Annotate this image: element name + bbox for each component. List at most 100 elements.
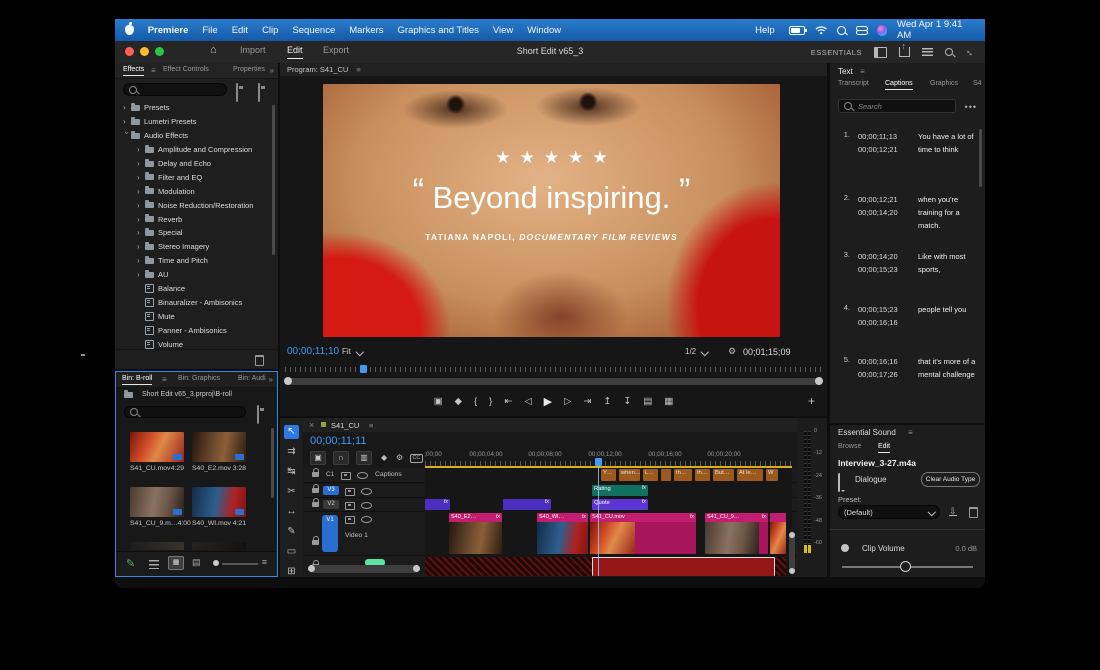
- tree-item[interactable]: Panner - Ambisonics: [121, 323, 271, 337]
- tree-item[interactable]: ›Stereo Imagery: [121, 240, 271, 254]
- chevron-right-icon[interactable]: ›: [123, 117, 131, 126]
- toggle-track-output-icon[interactable]: [361, 502, 372, 509]
- caption-clip[interactable]: [661, 469, 671, 481]
- caption-clip[interactable]: Y…: [601, 469, 616, 481]
- program-title[interactable]: Program: S41_CU: [287, 65, 348, 74]
- caption-timecodes[interactable]: 00;00;15;2300;00;16;16: [858, 303, 898, 329]
- scrollbar-knob-bottom[interactable]: [789, 568, 795, 574]
- bin-search-input[interactable]: [124, 406, 246, 418]
- effects-search-field[interactable]: [141, 84, 221, 95]
- program-playhead[interactable]: [360, 365, 367, 373]
- fullscreen-icon[interactable]: ↔: [963, 45, 978, 60]
- play-button[interactable]: ▶: [544, 394, 552, 410]
- source-patch-icon[interactable]: [345, 488, 355, 496]
- tree-item[interactable]: ›Modulation: [121, 184, 271, 198]
- chevron-right-icon[interactable]: ›: [137, 256, 145, 265]
- custom-bin-badge-icon[interactable]: [258, 83, 260, 102]
- video-clip[interactable]: [770, 513, 786, 554]
- v2-track-badge[interactable]: V2: [323, 500, 339, 509]
- search-bin-icon[interactable]: [257, 405, 259, 424]
- text-tab[interactable]: Transcript: [838, 80, 869, 89]
- track-lock-icon[interactable]: [312, 540, 319, 545]
- go-to-out-button[interactable]: ⇥: [583, 394, 591, 410]
- bin-scrollbar[interactable]: [271, 428, 274, 498]
- caption-timecodes[interactable]: 00;00;16;1600;00;17;26: [858, 355, 898, 381]
- tree-item[interactable]: Balance: [121, 282, 271, 296]
- clip-thumbnail[interactable]: [192, 487, 246, 517]
- tree-item[interactable]: Mute: [121, 309, 271, 323]
- tree-item[interactable]: ›Lumetri Presets: [121, 115, 271, 129]
- caption-timecodes[interactable]: 00;00;11;1300;00;12;21: [858, 130, 898, 156]
- timeline-h-scrollbar[interactable]: [309, 565, 419, 573]
- menu-item[interactable]: Edit: [232, 25, 248, 36]
- video-clip[interactable]: S40_WI…fx: [537, 513, 588, 554]
- scrollbar-knob-left[interactable]: [308, 565, 315, 572]
- bin-clip[interactable]: S41_CU_9.m…4:00: [130, 487, 184, 527]
- timeline-settings-wrench-icon[interactable]: ⚙: [396, 453, 403, 462]
- caption-clip[interactable]: At le…: [737, 469, 763, 481]
- text-tab[interactable]: Captions: [885, 80, 913, 90]
- workspace-label[interactable]: ESSENTIALS: [811, 48, 862, 57]
- tree-item[interactable]: ›Special: [121, 226, 271, 240]
- text-tab[interactable]: Graphics: [930, 80, 958, 89]
- chevron-right-icon[interactable]: ›: [137, 228, 145, 237]
- zoom-level-dropdown[interactable]: Fit: [342, 347, 362, 356]
- tree-item[interactable]: ›Delay and Echo: [121, 157, 271, 171]
- chevron-right-icon[interactable]: ›: [137, 159, 145, 168]
- panel-menu-icon[interactable]: ≡: [151, 66, 156, 75]
- quote-graphic-clip[interactable]: Quotefx: [592, 499, 648, 510]
- more-options-icon[interactable]: •••: [965, 102, 977, 112]
- captions-search-input[interactable]: [838, 99, 956, 113]
- list-view-button[interactable]: [149, 560, 159, 569]
- tab-overflow-icon[interactable]: »: [270, 66, 274, 75]
- workspaces-icon[interactable]: [874, 47, 887, 58]
- track-lock-icon[interactable]: [312, 472, 319, 477]
- clip-thumbnail[interactable]: [192, 432, 246, 462]
- add-marker-icon[interactable]: ◆: [381, 453, 387, 462]
- effects-search-input[interactable]: [123, 83, 227, 96]
- caption-text[interactable]: that it's more of a mental challenge: [918, 355, 980, 381]
- bin-clip-partial[interactable]: [130, 542, 184, 550]
- caption-clip[interactable]: th…: [695, 469, 710, 481]
- comparison-view-button[interactable]: ▣: [434, 394, 443, 410]
- chevron-right-icon[interactable]: ›: [137, 187, 145, 196]
- chevron-right-icon[interactable]: ›: [137, 145, 145, 154]
- menu-item[interactable]: Premiere: [148, 25, 189, 36]
- multi-view-button[interactable]: ▦: [664, 394, 673, 410]
- mode-tab-import[interactable]: Import: [240, 45, 266, 58]
- bin-clip[interactable]: S41_CU.mov4:29: [130, 432, 184, 472]
- linked-selection-icon[interactable]: ▥: [356, 451, 372, 465]
- lift-button[interactable]: ↥: [603, 394, 611, 410]
- go-to-in-button[interactable]: ⇤: [504, 394, 512, 410]
- export-frame-button[interactable]: ▤: [643, 394, 652, 410]
- extract-button[interactable]: ↧: [623, 394, 631, 410]
- sequence-tab-label[interactable]: S41_CU: [331, 421, 359, 430]
- timeline-timecode[interactable]: 00;00;11;11: [310, 435, 366, 447]
- selection-tool[interactable]: ↖: [284, 425, 299, 439]
- clip-thumbnail[interactable]: [130, 432, 184, 462]
- bin-clip[interactable]: S40_E2.mov3:28: [192, 432, 246, 472]
- menu-item[interactable]: Clip: [262, 25, 278, 36]
- tab-overflow-icon[interactable]: »: [269, 375, 273, 384]
- share-icon[interactable]: [899, 47, 910, 57]
- tree-item[interactable]: ›Noise Reduction/Restoration: [121, 198, 271, 212]
- tree-item[interactable]: ›Time and Pitch: [121, 254, 271, 268]
- source-patch-icon[interactable]: [345, 502, 355, 510]
- button-editor-plus[interactable]: +: [808, 393, 815, 409]
- scrollbar-knob-right[interactable]: [815, 377, 823, 385]
- close-window-button[interactable]: [125, 47, 134, 56]
- captions-scrollbar[interactable]: [979, 129, 982, 187]
- chevron-right-icon[interactable]: ›: [137, 215, 145, 224]
- program-video[interactable]: ★★★★★ “ Beyond inspiring. ” TATIANA NAPO…: [323, 84, 780, 337]
- panel-menu-icon[interactable]: ≡: [369, 421, 373, 430]
- panel-menu-icon[interactable]: ≡: [860, 67, 865, 76]
- audio-type-label[interactable]: Dialogue: [855, 475, 887, 484]
- timeline-v-scrollbar[interactable]: [789, 533, 795, 573]
- snap-magnet-icon[interactable]: ∩: [333, 451, 349, 465]
- effects-scrollbar[interactable]: [272, 105, 275, 255]
- tree-item[interactable]: Binauralizer - Ambisonics: [121, 295, 271, 309]
- home-icon[interactable]: ⌂: [210, 44, 217, 56]
- mark-in-button[interactable]: {: [474, 394, 477, 410]
- program-timecode[interactable]: 00;00;11;10: [287, 346, 339, 357]
- mode-tab-edit[interactable]: Edit: [287, 45, 303, 59]
